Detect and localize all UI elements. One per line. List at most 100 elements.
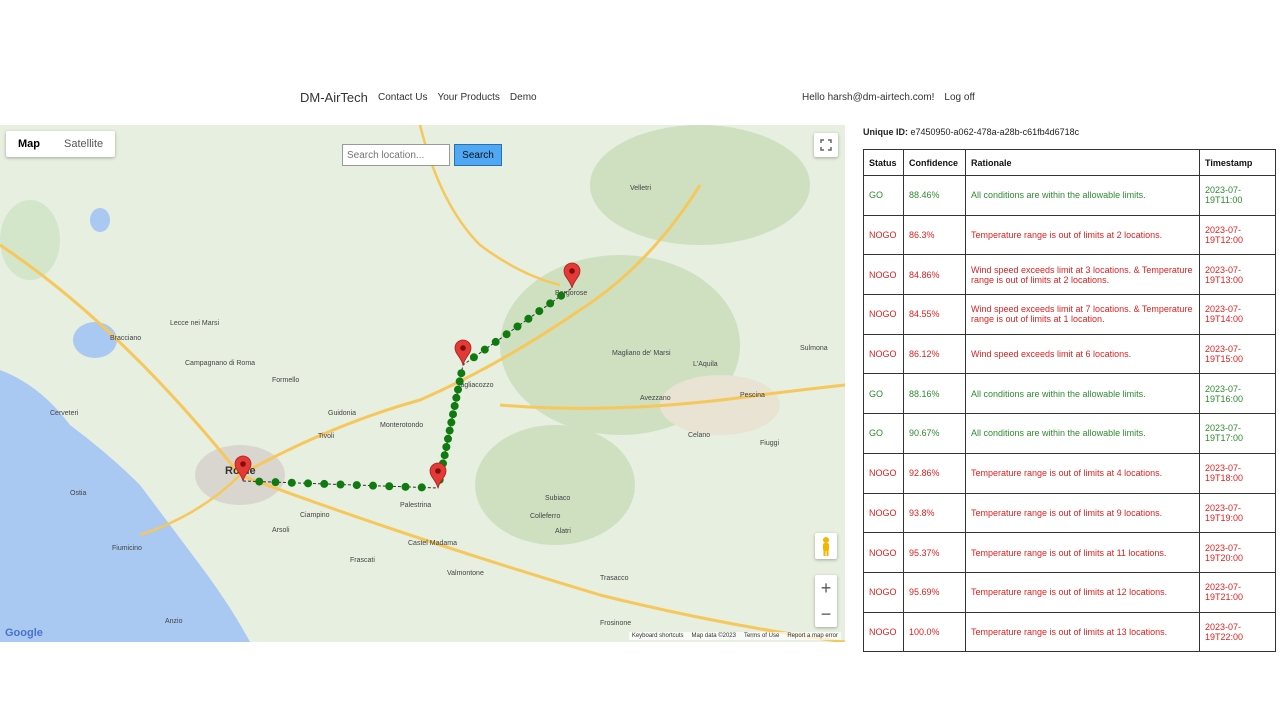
map-marker-icon[interactable] <box>429 462 447 489</box>
map-label: Fiumicino <box>112 545 142 552</box>
nav-your-products[interactable]: Your Products <box>437 92 499 103</box>
map-label: Fiuggi <box>760 440 780 447</box>
map-label: Arsoli <box>272 527 290 534</box>
cell-timestamp: 2023-07-19T13:00 <box>1199 254 1276 296</box>
cell-status: NOGO <box>863 492 904 534</box>
fullscreen-button[interactable] <box>814 133 838 157</box>
cell-confidence: 84.55% <box>903 294 966 335</box>
map-canvas[interactable]: Rome Ostia Fiumicino Tivoli Avezzano Bor… <box>0 125 845 642</box>
route-waypoint <box>304 479 312 488</box>
cell-confidence: 92.86% <box>903 452 966 494</box>
brand-link[interactable]: DM-AirTech <box>300 90 368 105</box>
cell-status: NOGO <box>863 254 904 296</box>
map-label: Avezzano <box>640 395 671 402</box>
nav-contact-us[interactable]: Contact Us <box>378 92 427 103</box>
route-waypoint <box>401 482 410 491</box>
map-label: Colleferro <box>530 513 560 520</box>
cell-confidence: 88.46% <box>903 175 966 216</box>
map-label: Palestrina <box>400 502 431 509</box>
navbar: DM-AirTech Contact Us Your Products Demo… <box>0 90 1280 110</box>
route-waypoint <box>452 393 461 402</box>
zoom-control: + − <box>815 575 837 627</box>
route-waypoint <box>502 330 511 339</box>
map-label: Anzio <box>165 618 183 625</box>
user-greeting[interactable]: Hello harsh@dm-airtech.com! <box>802 92 934 103</box>
route-waypoint <box>320 479 329 488</box>
map-data-text: Map data ©2023 <box>691 633 736 639</box>
zoom-in-button[interactable]: + <box>815 575 837 601</box>
route-waypoint <box>287 478 296 487</box>
street-view-pegman[interactable] <box>815 533 837 559</box>
route-waypoint <box>445 426 454 435</box>
table-row: GO 90.67% All conditions are within the al… <box>863 413 1276 454</box>
cell-timestamp: 2023-07-19T12:00 <box>1199 214 1276 256</box>
cell-confidence: 100.0% <box>903 611 966 653</box>
search-button[interactable]: Search <box>454 144 502 166</box>
route-waypoint <box>442 443 451 451</box>
cell-timestamp: 2023-07-19T16:00 <box>1199 373 1276 415</box>
map-label: L'Aquila <box>693 361 718 368</box>
header-timestamp: Timestamp <box>1199 149 1276 176</box>
table-row: NOGO 86.3% Temperature range is out of lim… <box>863 214 1276 256</box>
sea-area <box>0 370 250 642</box>
unique-id-value: e7450950-a062-478a-a28b-c61fb4d6718c <box>910 127 1080 137</box>
route-waypoint <box>336 480 345 489</box>
cell-rationale: Temperature range is out of limits at 13… <box>965 611 1200 653</box>
map-label: Trasacco <box>600 575 629 582</box>
fullscreen-icon <box>820 139 832 151</box>
map-label: Bracciano <box>110 335 141 342</box>
park-area <box>0 200 60 280</box>
route-waypoint <box>271 478 280 487</box>
header-status: Status <box>863 149 904 176</box>
nav-demo[interactable]: Demo <box>510 92 537 103</box>
cell-timestamp: 2023-07-19T14:00 <box>1199 294 1276 335</box>
table-row: NOGO 92.86% Temperature range is out of li… <box>863 452 1276 494</box>
map-label: Guidonia <box>328 410 356 417</box>
nav-links: Contact Us Your Products Demo <box>378 92 537 103</box>
keyboard-shortcuts-link[interactable]: Keyboard shortcuts <box>632 633 684 639</box>
route-waypoint <box>369 481 377 490</box>
pegman-icon <box>823 537 829 556</box>
route-waypoint <box>535 307 544 316</box>
route-waypoint <box>444 434 452 443</box>
map-label: Lecce nei Marsi <box>170 320 219 327</box>
map-view[interactable]: Rome Ostia Fiumicino Tivoli Avezzano Bor… <box>0 125 845 642</box>
map-label: Frascati <box>350 557 375 564</box>
cell-rationale: All conditions are within the allowable … <box>965 413 1200 454</box>
zoom-out-button[interactable]: − <box>815 601 837 627</box>
cell-status: NOGO <box>863 571 904 613</box>
cell-rationale: Temperature range is out of limits at 9 … <box>965 492 1200 534</box>
map-label: Frosinone <box>600 620 631 627</box>
cell-timestamp: 2023-07-19T15:00 <box>1199 333 1276 375</box>
map-label: Alatri <box>555 528 571 535</box>
table-row: NOGO 95.69% Temperature range is out of li… <box>863 571 1276 613</box>
cell-confidence: 90.67% <box>903 413 966 454</box>
logout-link[interactable]: Log off <box>944 92 974 103</box>
terms-of-use-link[interactable]: Terms of Use <box>744 633 779 639</box>
report-map-error-link[interactable]: Report a map error <box>787 633 838 639</box>
map-label: Ostia <box>70 490 86 497</box>
cell-rationale: All conditions are within the allowable … <box>965 175 1200 216</box>
table-row: NOGO 93.8% Temperature range is out of lim… <box>863 492 1276 534</box>
google-logo: Google <box>5 627 43 639</box>
cell-status: NOGO <box>863 452 904 494</box>
map-label: Sulmona <box>800 345 828 352</box>
location-search-input[interactable] <box>342 144 450 166</box>
map-type-satellite-button[interactable]: Satellite <box>52 131 115 157</box>
cell-timestamp: 2023-07-19T11:00 <box>1199 175 1276 216</box>
map-search: Search <box>342 144 502 166</box>
route-waypoint <box>440 451 449 460</box>
route-waypoint <box>513 322 522 331</box>
map-type-map-button[interactable]: Map <box>6 131 52 157</box>
map-label: Campagnano di Roma <box>185 360 255 367</box>
route-waypoint <box>450 402 459 410</box>
cell-timestamp: 2023-07-19T17:00 <box>1199 413 1276 454</box>
route-waypoint <box>491 337 500 346</box>
cell-status: GO <box>863 175 904 216</box>
unique-id-label: Unique ID: <box>863 127 908 137</box>
route-waypoint <box>447 418 456 427</box>
route-waypoint <box>454 385 462 394</box>
cell-rationale: Temperature range is out of limits at 12… <box>965 571 1200 613</box>
table-row: GO 88.16% All conditions are within the al… <box>863 373 1276 415</box>
map-label: Monterotondo <box>380 422 423 429</box>
